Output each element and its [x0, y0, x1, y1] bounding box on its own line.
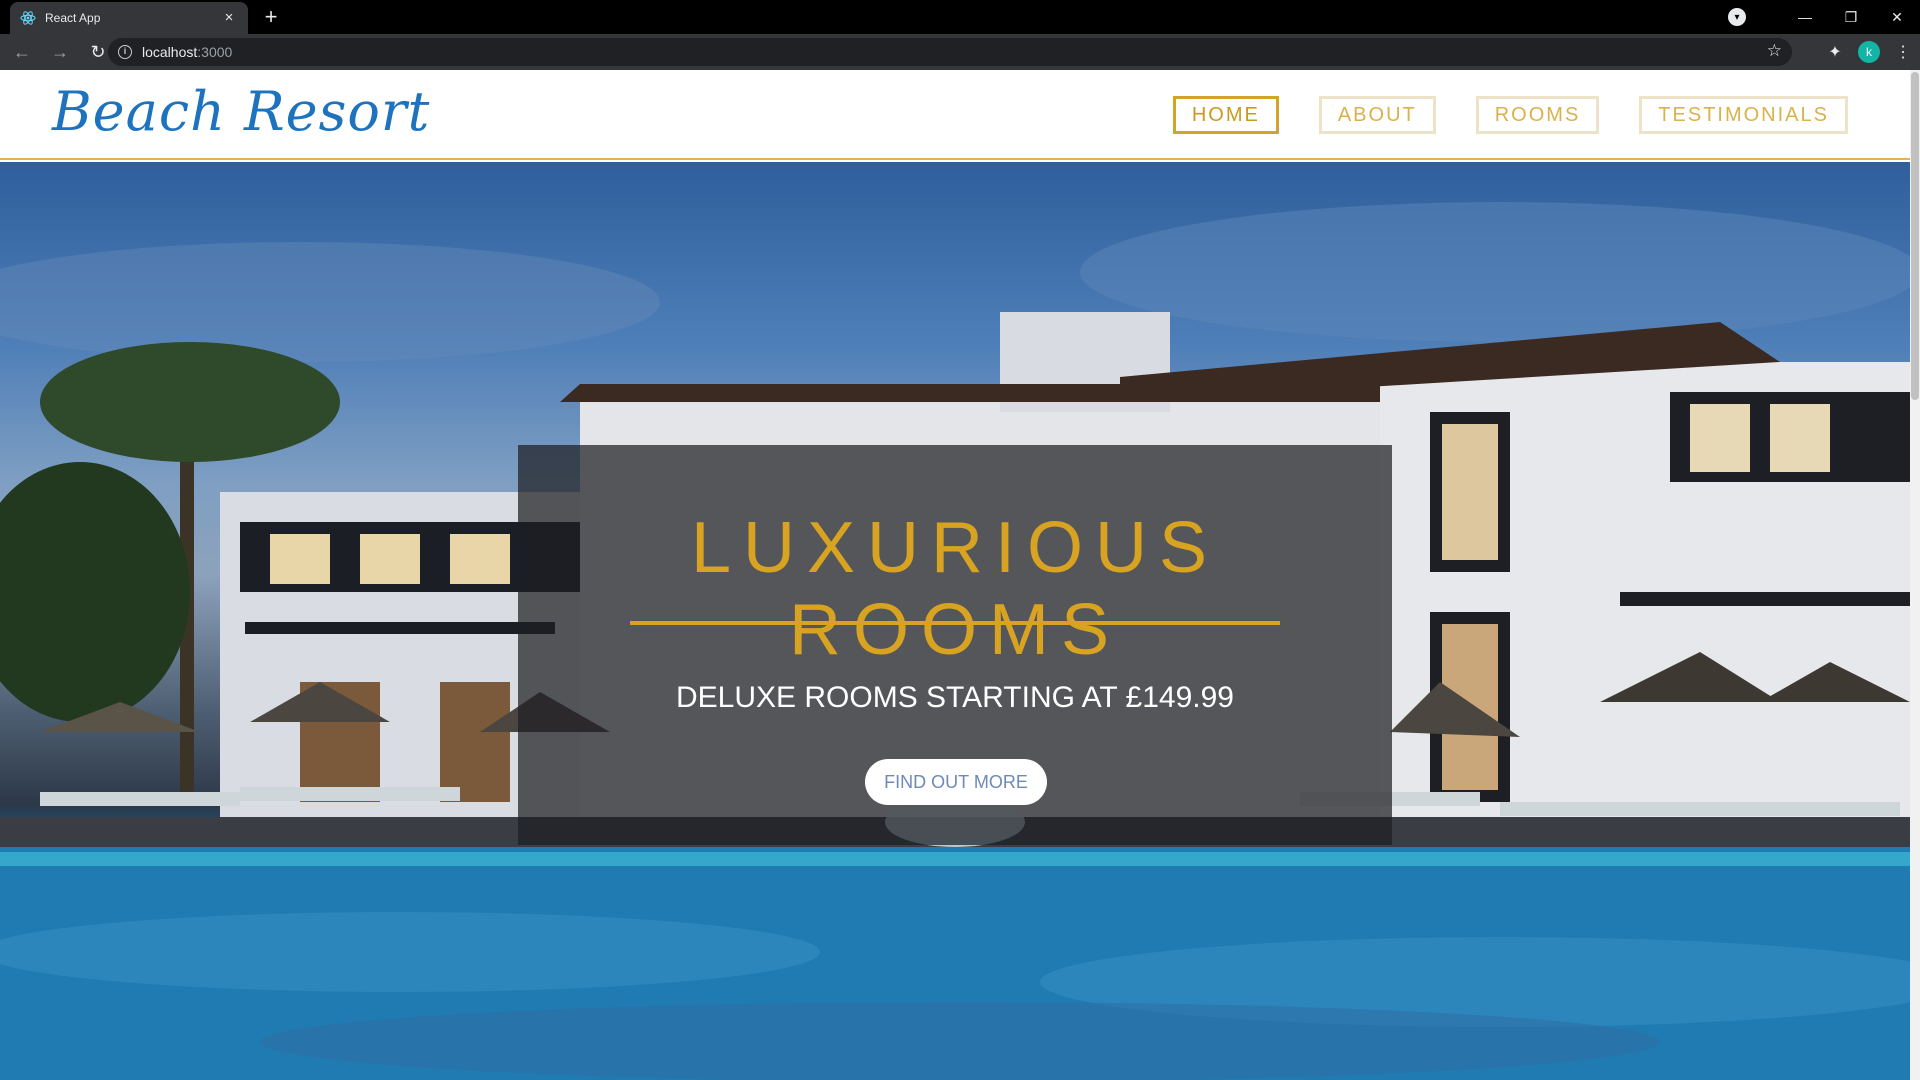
forward-button[interactable]: → [44, 36, 76, 68]
browser-toolbar: ← → ↻ i localhost:3000 ☆ ✦ k ⋮ [0, 34, 1920, 70]
address-bar[interactable]: i localhost:3000 ☆ [108, 38, 1792, 66]
browser-menu-icon[interactable]: ⋮ [1886, 34, 1920, 70]
close-window-button[interactable]: ✕ [1874, 0, 1920, 34]
minimize-button[interactable]: — [1782, 0, 1828, 34]
back-button[interactable]: ← [6, 36, 38, 68]
tab-title: React App [45, 11, 101, 25]
browser-tab-bar: React App × + ▾ — ❐ ✕ [0, 0, 1920, 34]
scrollbar[interactable] [1910, 70, 1920, 1080]
tab-close-icon[interactable]: × [220, 9, 238, 27]
extensions-icon[interactable]: ✦ [1818, 34, 1852, 70]
nav-testimonials[interactable]: TESTIMONIALS [1639, 96, 1848, 134]
url-host: localhost [142, 44, 198, 60]
new-tab-button[interactable]: + [258, 5, 284, 31]
url-port: :3000 [197, 44, 233, 60]
scrollbar-thumb[interactable] [1911, 72, 1919, 400]
hero-section: LUXURIOUS ROOMS DELUXE ROOMS STARTING AT… [0, 162, 1910, 1080]
site-header: Beach Resort HOME ABOUT ROOMS TESTIMONIA… [0, 70, 1910, 160]
find-out-more-button[interactable]: FIND OUT MORE [865, 759, 1047, 805]
react-favicon-icon [20, 10, 36, 26]
browser-tab[interactable]: React App × [10, 2, 248, 34]
restore-button[interactable]: ❐ [1828, 0, 1874, 34]
hero-subtitle: DELUXE ROOMS STARTING AT £149.99 [676, 681, 1234, 714]
hero-title: LUXURIOUS ROOMS [690, 508, 1220, 670]
site-logo[interactable]: Beach Resort [52, 80, 430, 143]
site-info-icon[interactable]: i [118, 45, 132, 59]
hero-divider [630, 621, 1280, 625]
hero-banner: LUXURIOUS ROOMS DELUXE ROOMS STARTING AT… [518, 445, 1392, 845]
nav-rooms[interactable]: ROOMS [1475, 96, 1600, 134]
avatar: k [1858, 41, 1880, 63]
bookmark-star-icon[interactable]: ☆ [1767, 41, 1782, 61]
page-viewport: Beach Resort HOME ABOUT ROOMS TESTIMONIA… [0, 70, 1920, 1080]
tab-search-icon[interactable]: ▾ [1728, 8, 1746, 26]
profile-button[interactable]: k [1852, 34, 1886, 70]
main-nav: HOME ABOUT ROOMS TESTIMONIALS [1133, 96, 1848, 134]
nav-home[interactable]: HOME [1172, 96, 1279, 134]
nav-about[interactable]: ABOUT [1318, 96, 1436, 134]
